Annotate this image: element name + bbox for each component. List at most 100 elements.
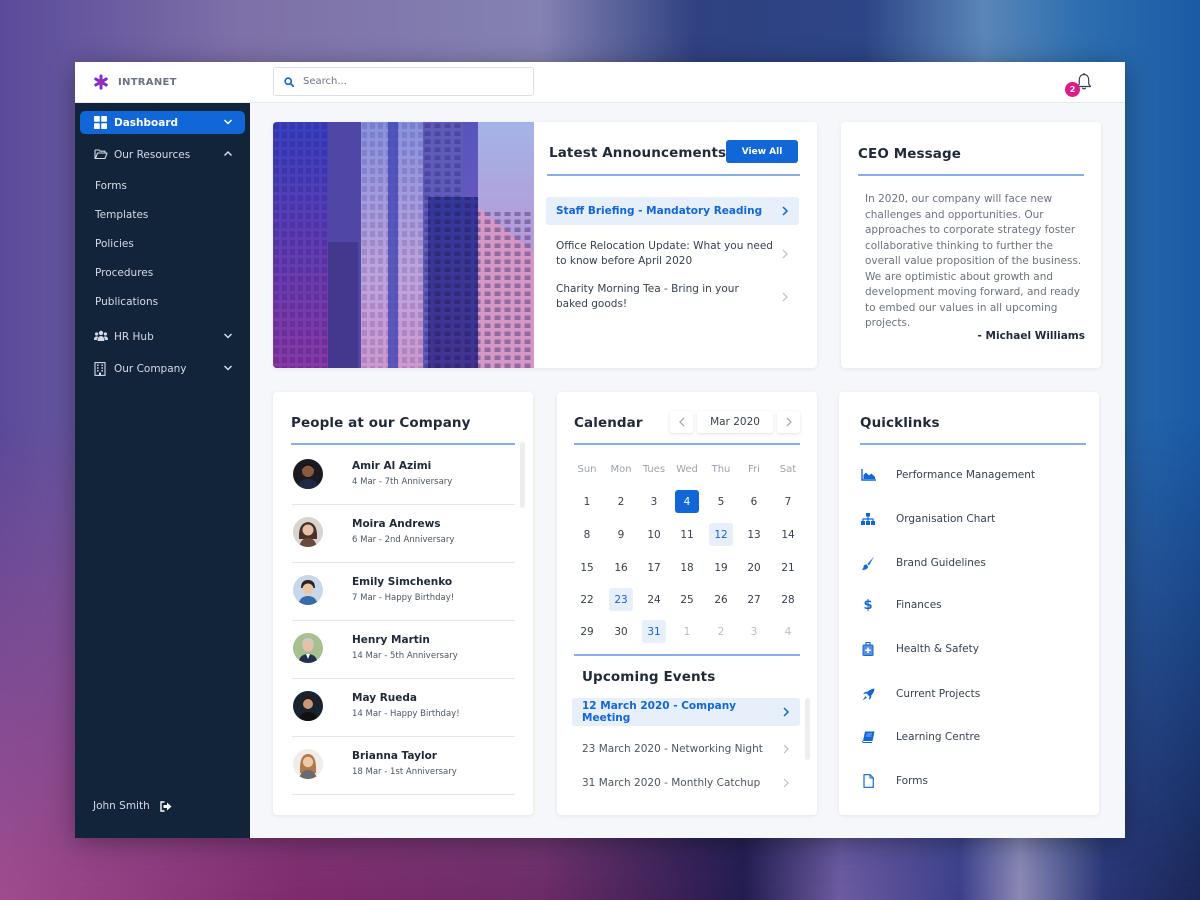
sidebar-subitem-forms[interactable]: Forms xyxy=(95,180,127,192)
calendar-day[interactable]: 17 xyxy=(642,556,666,579)
event-item[interactable]: 23 March 2020 - Networking Night xyxy=(572,735,800,763)
quicklink-performance-management[interactable]: Performance Management xyxy=(860,467,1035,483)
sidebar-item-label: Dashboard xyxy=(114,116,179,129)
calendar-day-next-month[interactable]: 1 xyxy=(675,620,699,643)
quicklink-label: Organisation Chart xyxy=(896,513,996,525)
sidebar-subitem-templates[interactable]: Templates xyxy=(95,209,148,221)
person-row[interactable]: Brianna Taylor 18 Mar - 1st Anniversary xyxy=(292,737,515,795)
sidebar-subitem-procedures[interactable]: Procedures xyxy=(95,267,153,279)
calendar-day[interactable]: 30 xyxy=(609,620,633,643)
calendar-day[interactable]: 1 xyxy=(575,490,599,513)
calendar-day-next-month[interactable]: 4 xyxy=(776,620,800,643)
avatar xyxy=(293,749,323,779)
calendar-day[interactable]: 24 xyxy=(642,588,666,611)
calendar-day[interactable]: 18 xyxy=(675,556,699,579)
announcement-item[interactable]: Charity Morning Tea - Bring in your bake… xyxy=(546,281,799,313)
calendar-day[interactable]: 14 xyxy=(776,523,800,546)
brand-name: INTRANET xyxy=(118,76,177,88)
quicklink-label: Performance Management xyxy=(896,469,1036,481)
quicklink-forms[interactable]: Forms xyxy=(860,773,928,789)
events-scrollbar[interactable] xyxy=(805,698,810,760)
sidebar-item-our-resources[interactable]: Our Resources xyxy=(80,143,245,166)
quicklink-label: Current Projects xyxy=(896,688,981,700)
calendar-day[interactable]: 22 xyxy=(575,588,599,611)
quicklink-label: Learning Centre xyxy=(896,731,981,743)
calendar-day[interactable]: 21 xyxy=(776,556,800,579)
ceo-signature: - Michael Williams xyxy=(977,330,1085,342)
event-text: 23 March 2020 - Networking Night xyxy=(582,743,763,755)
calendar-day[interactable]: 11 xyxy=(675,523,699,546)
building-icon xyxy=(94,362,108,376)
weekday-header: Sat xyxy=(779,464,797,475)
calendar-day[interactable]: 6 xyxy=(742,490,766,513)
announcement-text: Charity Morning Tea - Bring in your bake… xyxy=(556,283,739,310)
chevron-right-icon xyxy=(783,744,789,754)
ceo-message-title: CEO Message xyxy=(858,146,961,162)
sidebar-item-label: Our Resources xyxy=(114,148,191,161)
notification-badge[interactable]: 2 xyxy=(1065,82,1080,97)
calendar-day-next-month[interactable]: 3 xyxy=(742,620,766,643)
calendar-day[interactable]: 8 xyxy=(575,523,599,546)
calendar-day[interactable]: 29 xyxy=(575,620,599,643)
calendar-day-today[interactable]: 4 xyxy=(675,490,699,513)
sidebar-subitem-policies[interactable]: Policies xyxy=(95,238,134,250)
sidebar-item-hr-hub[interactable]: HR Hub xyxy=(80,325,245,348)
announcement-item[interactable]: Staff Briefing - Mandatory Reading xyxy=(546,197,799,225)
chevron-right-icon xyxy=(782,249,788,259)
weekday-header: Mon xyxy=(610,464,632,475)
calendar-month-label[interactable]: Mar 2020 xyxy=(697,411,773,433)
calendar-day[interactable]: 2 xyxy=(609,490,633,513)
quicklink-health-safety[interactable]: Health & Safety xyxy=(860,641,979,657)
quicklink-label: Brand Guidelines xyxy=(896,557,986,569)
calendar-day[interactable]: 28 xyxy=(776,588,800,611)
calendar-day-next-month[interactable]: 2 xyxy=(709,620,733,643)
sidebar-item-dashboard[interactable]: Dashboard xyxy=(80,111,245,134)
sidebar-item-our-company[interactable]: Our Company xyxy=(80,357,245,380)
calendar-prev-button[interactable] xyxy=(670,411,693,433)
calendar-day[interactable]: 15 xyxy=(575,556,599,579)
person-row[interactable]: Amir Al Azimi 4 Mar - 7th Anniversary xyxy=(292,447,515,505)
calendar-next-button[interactable] xyxy=(777,411,800,433)
quicklink-organisation-chart[interactable]: Organisation Chart xyxy=(860,511,995,527)
brand[interactable]: INTRANET xyxy=(93,74,177,90)
weekday-header: Sun xyxy=(577,464,597,475)
person-row[interactable]: Moira Andrews 6 Mar - 2nd Anniversary xyxy=(292,505,515,563)
calendar-day[interactable]: 31 xyxy=(642,620,666,643)
person-row[interactable]: May Rueda 14 Mar - Happy Birthday! xyxy=(292,679,515,737)
calendar-day[interactable]: 7 xyxy=(776,490,800,513)
calendar-day[interactable]: 5 xyxy=(709,490,733,513)
calendar-day[interactable]: 9 xyxy=(609,523,633,546)
person-row[interactable]: Emily Simchenko 7 Mar - Happy Birthday! xyxy=(292,563,515,621)
calendar-day[interactable]: 3 xyxy=(642,490,666,513)
calendar-day[interactable]: 13 xyxy=(742,523,766,546)
chevron-up-icon xyxy=(223,150,233,157)
quicklink-current-projects[interactable]: Current Projects xyxy=(860,686,980,702)
person-row[interactable]: Henry Martin 14 Mar - 5th Anniversary xyxy=(292,621,515,679)
weekday-header: Tues xyxy=(642,464,666,475)
calendar-day[interactable]: 26 xyxy=(709,588,733,611)
view-all-button[interactable]: View All xyxy=(726,140,798,163)
event-item[interactable]: 12 March 2020 - Company Meeting xyxy=(572,698,800,726)
chevron-right-icon xyxy=(783,707,790,717)
calendar-day[interactable]: 16 xyxy=(609,556,633,579)
calendar-day[interactable]: 20 xyxy=(742,556,766,579)
calendar-day[interactable]: 12 xyxy=(709,523,733,546)
quicklink-learning-centre[interactable]: Learning Centre xyxy=(860,729,980,745)
calendar-day[interactable]: 23 xyxy=(609,588,633,611)
calendar-day[interactable]: 19 xyxy=(709,556,733,579)
ceo-message-text: In 2020, our company will face new chall… xyxy=(865,193,1082,329)
quicklink-finances[interactable]: $ Finances xyxy=(860,597,941,613)
search-box[interactable] xyxy=(273,67,534,96)
announcement-item[interactable]: Office Relocation Update: What you need … xyxy=(546,238,799,270)
people-scrollbar[interactable] xyxy=(520,442,525,508)
calendar-day[interactable]: 27 xyxy=(742,588,766,611)
calendar-day[interactable]: 25 xyxy=(675,588,699,611)
quicklink-brand-guidelines[interactable]: Brand Guidelines xyxy=(860,555,986,571)
sign-out-icon[interactable] xyxy=(160,800,172,812)
chevron-right-icon xyxy=(783,778,789,788)
calendar-day[interactable]: 10 xyxy=(642,523,666,546)
search-input[interactable] xyxy=(303,76,513,87)
people-title: People at our Company xyxy=(291,415,471,431)
sidebar-subitem-publications[interactable]: Publications xyxy=(95,296,158,308)
event-item[interactable]: 31 March 2020 - Monthly Catchup xyxy=(572,769,800,797)
